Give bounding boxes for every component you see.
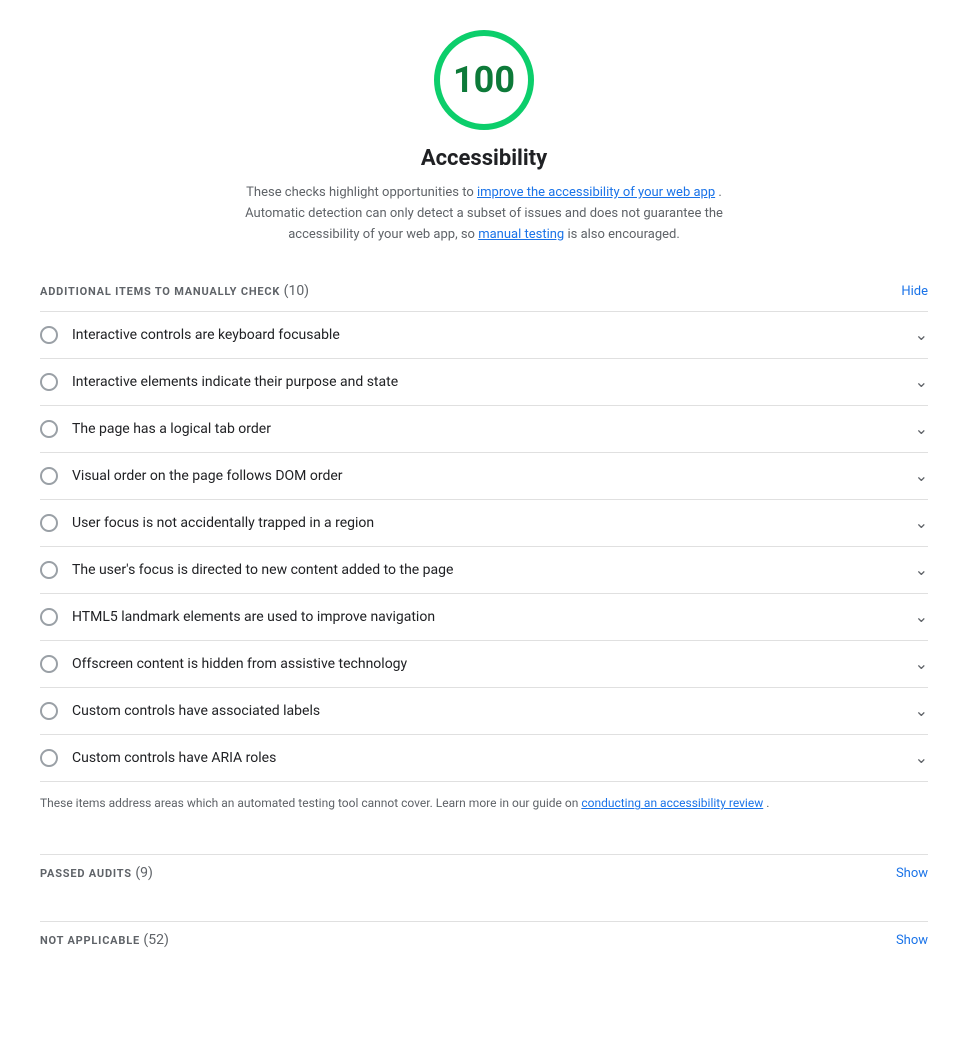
score-number: 100 xyxy=(453,59,515,101)
improve-accessibility-link[interactable]: improve the accessibility of your web ap… xyxy=(477,185,715,200)
audit-item-label: Visual order on the page follows DOM ord… xyxy=(72,468,343,484)
page-container: 100 Accessibility These checks highlight… xyxy=(0,0,968,988)
audit-item-label: The page has a logical tab order xyxy=(72,421,271,437)
passed-audits-count: (9) xyxy=(135,865,153,881)
audit-item[interactable]: Custom controls have associated labels ⌄ xyxy=(40,688,928,735)
manual-check-section: ADDITIONAL ITEMS TO MANUALLY CHECK (10) … xyxy=(40,275,928,824)
hide-button[interactable]: Hide xyxy=(901,284,928,299)
audit-item-left: User focus is not accidentally trapped i… xyxy=(40,514,374,532)
audit-item-label: The user's focus is directed to new cont… xyxy=(72,562,453,578)
description-suffix: is also encouraged. xyxy=(567,227,679,242)
accessibility-review-link[interactable]: conducting an accessibility review xyxy=(581,796,763,810)
audit-item-left: HTML5 landmark elements are used to impr… xyxy=(40,608,435,626)
not-applicable-header: NOT APPLICABLE (52) Show xyxy=(40,921,928,958)
passed-audits-header: PASSED AUDITS (9) Show xyxy=(40,854,928,891)
audit-list: Interactive controls are keyboard focusa… xyxy=(40,311,928,782)
audit-item-label: Offscreen content is hidden from assisti… xyxy=(72,656,407,672)
audit-item-left: Interactive controls are keyboard focusa… xyxy=(40,326,340,344)
description-prefix: These checks highlight opportunities to xyxy=(246,185,477,200)
audit-item-label: Custom controls have ARIA roles xyxy=(72,750,276,766)
audit-status-circle xyxy=(40,514,58,532)
passed-audits-section: PASSED AUDITS (9) Show xyxy=(40,854,928,891)
audit-item[interactable]: Custom controls have ARIA roles ⌄ xyxy=(40,735,928,782)
passed-show-button[interactable]: Show xyxy=(896,866,928,881)
chevron-down-icon: ⌄ xyxy=(915,656,928,672)
not-applicable-label: NOT APPLICABLE xyxy=(40,934,140,947)
audit-item-left: Offscreen content is hidden from assisti… xyxy=(40,655,407,673)
audit-item[interactable]: Offscreen content is hidden from assisti… xyxy=(40,641,928,688)
audit-item-left: Interactive elements indicate their purp… xyxy=(40,373,398,391)
audit-item-label: Interactive controls are keyboard focusa… xyxy=(72,327,340,343)
audit-item-label: HTML5 landmark elements are used to impr… xyxy=(72,609,435,625)
chevron-down-icon: ⌄ xyxy=(915,562,928,578)
footer-prefix: These items address areas which an autom… xyxy=(40,796,581,810)
chevron-down-icon: ⌄ xyxy=(915,468,928,484)
manual-check-label: ADDITIONAL ITEMS TO MANUALLY CHECK xyxy=(40,285,280,298)
chevron-down-icon: ⌄ xyxy=(915,750,928,766)
audit-status-circle xyxy=(40,467,58,485)
not-applicable-section: NOT APPLICABLE (52) Show xyxy=(40,921,928,958)
chevron-down-icon: ⌄ xyxy=(915,515,928,531)
audit-status-circle xyxy=(40,373,58,391)
score-section: 100 Accessibility These checks highlight… xyxy=(40,30,928,245)
manual-testing-link[interactable]: manual testing xyxy=(478,227,564,242)
audit-status-circle xyxy=(40,608,58,626)
audit-item[interactable]: Visual order on the page follows DOM ord… xyxy=(40,453,928,500)
score-description: These checks highlight opportunities to … xyxy=(244,183,724,245)
audit-status-circle xyxy=(40,326,58,344)
audit-item-label: Interactive elements indicate their purp… xyxy=(72,374,398,390)
manual-check-header: ADDITIONAL ITEMS TO MANUALLY CHECK (10) … xyxy=(40,275,928,307)
audit-item-left: The user's focus is directed to new cont… xyxy=(40,561,453,579)
audit-item[interactable]: The user's focus is directed to new cont… xyxy=(40,547,928,594)
audit-item[interactable]: The page has a logical tab order ⌄ xyxy=(40,406,928,453)
chevron-down-icon: ⌄ xyxy=(915,609,928,625)
footer-suffix: . xyxy=(766,796,769,810)
chevron-down-icon: ⌄ xyxy=(915,327,928,343)
audit-item[interactable]: Interactive controls are keyboard focusa… xyxy=(40,312,928,359)
score-circle: 100 xyxy=(434,30,534,130)
not-applicable-count: (52) xyxy=(143,932,168,948)
chevron-down-icon: ⌄ xyxy=(915,421,928,437)
not-applicable-label-container: NOT APPLICABLE (52) xyxy=(40,932,169,948)
manual-note: These items address areas which an autom… xyxy=(40,782,928,824)
audit-status-circle xyxy=(40,702,58,720)
chevron-down-icon: ⌄ xyxy=(915,703,928,719)
audit-item-left: Custom controls have ARIA roles xyxy=(40,749,276,767)
audit-item-left: The page has a logical tab order xyxy=(40,420,271,438)
audit-status-circle xyxy=(40,561,58,579)
not-applicable-show-button[interactable]: Show xyxy=(896,933,928,948)
chevron-down-icon: ⌄ xyxy=(915,374,928,390)
manual-check-count: (10) xyxy=(284,283,309,299)
page-title: Accessibility xyxy=(421,146,547,171)
audit-status-circle xyxy=(40,749,58,767)
audit-item[interactable]: Interactive elements indicate their purp… xyxy=(40,359,928,406)
audit-item-label: User focus is not accidentally trapped i… xyxy=(72,515,374,531)
audit-item-left: Custom controls have associated labels xyxy=(40,702,320,720)
audit-status-circle xyxy=(40,655,58,673)
section-label-container: ADDITIONAL ITEMS TO MANUALLY CHECK (10) xyxy=(40,283,309,299)
audit-item-left: Visual order on the page follows DOM ord… xyxy=(40,467,343,485)
audit-item[interactable]: User focus is not accidentally trapped i… xyxy=(40,500,928,547)
audit-status-circle xyxy=(40,420,58,438)
passed-audits-label: PASSED AUDITS xyxy=(40,867,132,880)
passed-label-container: PASSED AUDITS (9) xyxy=(40,865,153,881)
audit-item-label: Custom controls have associated labels xyxy=(72,703,320,719)
audit-item[interactable]: HTML5 landmark elements are used to impr… xyxy=(40,594,928,641)
